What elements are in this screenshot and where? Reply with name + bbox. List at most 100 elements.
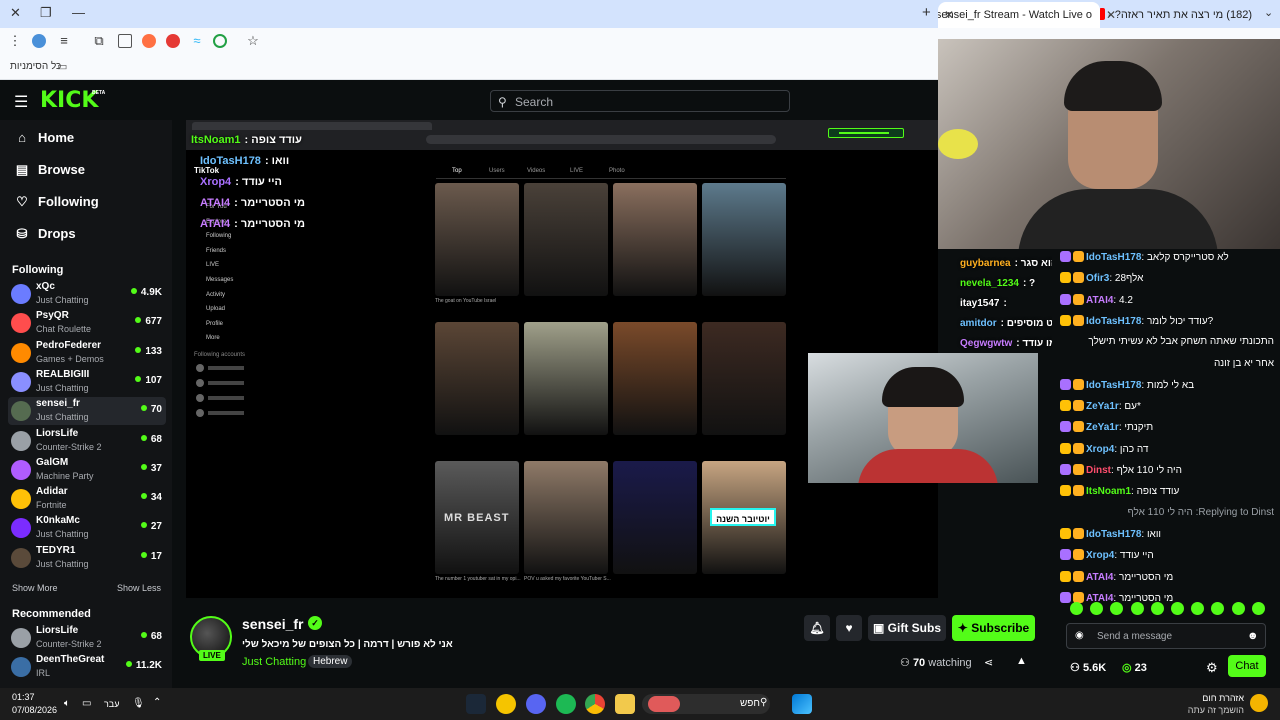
tab-kick-stream[interactable]: ✕ sensei_fr Stream - Watch Live o <box>938 2 1100 28</box>
extension-icon[interactable] <box>213 34 227 48</box>
chat-message[interactable]: IdoTasH178: לא סטרייקרס קלאב <box>1060 251 1280 269</box>
weather-alert-icon[interactable] <box>1250 694 1268 712</box>
tiktok-video-thumbnail[interactable] <box>435 183 519 296</box>
chat-username[interactable]: IdoTasH178 <box>1086 529 1141 540</box>
chat-message[interactable]: IdoTasH178: וואו <box>1060 527 1280 546</box>
chat-username[interactable]: IdoTasH178 <box>1086 380 1141 391</box>
language-indicator[interactable]: עבר <box>104 699 119 709</box>
clock-date[interactable]: 07/08/2026 <box>12 705 57 715</box>
stream-category-link[interactable]: Just Chatting <box>242 656 306 668</box>
emote-icon[interactable] <box>1150 602 1164 615</box>
new-tab-icon[interactable]: + <box>922 5 931 20</box>
emote-icon[interactable] <box>1110 602 1124 615</box>
nav-drops[interactable]: ⛁ Drops <box>14 226 76 242</box>
extension-icon[interactable]: ≈ <box>190 34 204 48</box>
extension-icon[interactable] <box>142 34 156 48</box>
chat-username[interactable]: IdoTasH178 <box>1086 316 1141 327</box>
chat-username[interactable]: ATAI4 <box>1086 572 1113 583</box>
windows-start-icon[interactable] <box>792 694 812 714</box>
tiktok-video-thumbnail[interactable] <box>613 461 697 574</box>
steam-app-icon[interactable] <box>466 694 486 714</box>
network-icon[interactable]: ▭ <box>82 698 91 709</box>
volume-icon[interactable]: 🔈︎ <box>64 698 70 709</box>
nav-following[interactable]: ♡ Following <box>14 194 98 210</box>
chat-username[interactable]: Xrop4 <box>1086 444 1114 455</box>
tab-youtube[interactable]: ✕ (182) מי רצה את תאיר ראזה? - <box>1100 2 1260 28</box>
nav-browse[interactable]: ▤ Browse <box>14 162 85 178</box>
emote-icon[interactable] <box>1130 602 1144 615</box>
chat-message[interactable]: Ofir3: אלף28 <box>1060 272 1280 290</box>
discord-app-icon[interactable] <box>526 694 546 714</box>
chat-username[interactable]: Xrop4 <box>1086 550 1114 561</box>
bookmark-star-icon[interactable]: ☆ <box>246 34 260 48</box>
close-tab-icon[interactable]: ✕ <box>944 8 954 22</box>
chat-username[interactable]: Dinst <box>1086 465 1111 476</box>
microphone-icon[interactable]: 🎙︎ <box>132 698 145 709</box>
chat-message[interactable]: ZeYa1r: עם* <box>1060 400 1280 418</box>
channel-item[interactable]: xQc Just Chatting 4.9K <box>8 280 166 308</box>
search-input[interactable]: ⚲ Search <box>490 90 790 112</box>
channel-item[interactable]: LiorsLife Counter-Strike 2 68 <box>8 427 166 455</box>
taskbar-search-box[interactable]: חפש ⚲ <box>642 694 770 714</box>
nav-home[interactable]: ⌂ Home <box>14 130 74 145</box>
channel-item[interactable]: TEDYR1 Just Chatting 17 <box>8 544 166 572</box>
follow-button[interactable]: ♥ <box>836 615 862 641</box>
channel-item[interactable]: PsyQR Chat Roulette 677 <box>8 309 166 337</box>
emote-icon[interactable] <box>1090 602 1104 615</box>
chat-message[interactable]: Xrop4: דה כהן <box>1060 442 1280 461</box>
chat-message[interactable]: Replying to Dinst: היה לי 110 אלף <box>1054 507 1274 525</box>
chat-username[interactable]: IdoTasH178 <box>1086 252 1141 263</box>
weather-title[interactable]: אזהרת חום <box>1174 693 1244 703</box>
emote-icon[interactable] <box>1211 602 1225 615</box>
emote-icon[interactable] <box>1070 602 1083 615</box>
emote-icon[interactable] <box>1231 602 1245 615</box>
channel-item[interactable]: DeenTheGreat IRL 11.2K <box>8 653 166 681</box>
tiktok-video-thumbnail[interactable] <box>435 322 519 435</box>
taskbar-app-icon[interactable] <box>496 694 516 714</box>
spotify-app-icon[interactable] <box>556 694 576 714</box>
chat-message[interactable]: ATAI4: 4.2 <box>1060 293 1280 312</box>
chat-settings-gear-icon[interactable]: ⚙ <box>1206 660 1218 676</box>
minimize-window-icon[interactable]: — <box>72 6 85 20</box>
all-bookmarks-label[interactable]: כל הסימניות <box>10 61 61 72</box>
channel-item[interactable]: GalGM Machine Party 37 <box>8 456 166 484</box>
channel-points[interactable]: ◎ 23 <box>1122 661 1147 674</box>
show-less-link[interactable]: Show Less <box>117 583 161 593</box>
chat-message[interactable]: ItsNoam1: עודד צופה <box>1060 485 1280 503</box>
chat-message[interactable]: אחר יא בן זונה <box>1054 358 1274 376</box>
tiktok-video-thumbnail[interactable] <box>524 461 608 574</box>
tiktok-video-thumbnail[interactable] <box>524 183 608 296</box>
channel-item[interactable]: K0nkaMc Just Chatting 27 <box>8 514 166 542</box>
emote-icon[interactable] <box>1191 602 1205 615</box>
extensions-icon[interactable]: ⧉ <box>92 34 106 48</box>
channel-item[interactable]: LiorsLife Counter-Strike 2 68 <box>8 624 166 652</box>
chat-username[interactable]: ATAI4 <box>1086 295 1113 306</box>
channel-item[interactable]: PedroFederer Games + Demos 133 <box>8 339 166 367</box>
restore-window-icon[interactable]: ❐ <box>40 6 52 20</box>
chat-message[interactable]: IdoTasH178: עודד יכול לומר? <box>1060 314 1280 333</box>
file-explorer-app-icon[interactable] <box>615 694 635 714</box>
chat-message-input[interactable]: ◉ Send a message ☻ <box>1066 623 1266 649</box>
extension-icon[interactable] <box>166 34 180 48</box>
channel-item[interactable]: sensei_fr Just Chatting 70 <box>8 397 166 426</box>
chat-message[interactable]: ATAI4: מי הסטריימר <box>1060 570 1280 589</box>
chat-username[interactable]: Ofir3 <box>1086 273 1109 284</box>
report-icon[interactable]: ▲ <box>1016 655 1027 667</box>
tray-overflow-icon[interactable]: ⌃ <box>153 697 161 708</box>
notifications-button[interactable]: 🔔︎ <box>804 615 830 641</box>
chat-message[interactable]: Dinst: היה לי 110 אלף <box>1060 464 1280 482</box>
chat-message[interactable]: Xrop4: היי עודד <box>1060 549 1280 567</box>
chat-message[interactable]: IdoTasH178: בא לי למות <box>1060 378 1280 397</box>
close-tab-icon[interactable]: ✕ <box>1106 8 1116 22</box>
emote-icon[interactable] <box>1171 602 1184 615</box>
weather-subtitle[interactable]: הושמך זה עתה <box>1174 705 1244 715</box>
tiktok-video-thumbnail[interactable] <box>702 322 786 435</box>
tiktok-video-thumbnail[interactable] <box>702 183 786 296</box>
show-more-link[interactable]: Show More <box>12 583 58 593</box>
share-icon[interactable]: ⋖ <box>984 656 993 669</box>
tab-search-icon[interactable]: ⌄ <box>1264 6 1273 20</box>
chat-message[interactable]: ZeYa1r: תיקנתי <box>1060 421 1280 439</box>
hamburger-menu-icon[interactable]: ☰ <box>14 92 28 112</box>
tiktok-video-thumbnail[interactable] <box>613 322 697 435</box>
tiktok-video-thumbnail[interactable] <box>524 322 608 435</box>
